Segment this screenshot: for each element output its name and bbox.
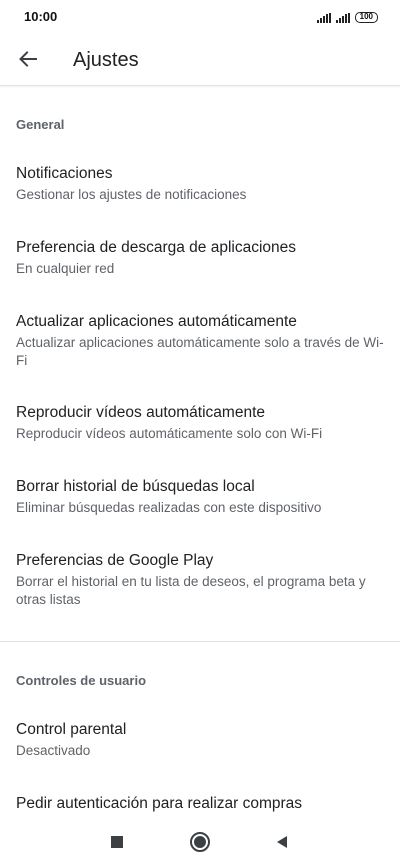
setting-title: Actualizar aplicaciones automáticamente xyxy=(16,313,297,330)
setting-title: Pedir autenticación para realizar compra… xyxy=(16,795,303,812)
setting-auto-update-apps[interactable]: Actualizar aplicaciones automáticamente … xyxy=(0,313,400,370)
setting-purchase-authentication[interactable]: Pedir autenticación para realizar compra… xyxy=(0,795,400,813)
back-triangle-icon xyxy=(277,836,287,848)
setting-google-play-preferences[interactable]: Preferencias de Google Play Borrar el hi… xyxy=(0,552,400,609)
setting-title: Control parental xyxy=(16,721,127,738)
recents-button[interactable] xyxy=(105,830,129,854)
app-bar: Ajustes xyxy=(0,34,400,86)
arrow-back-icon xyxy=(19,51,37,67)
battery-icon: 100 xyxy=(354,12,378,23)
signal-icon xyxy=(335,13,350,23)
setting-subtitle: Borrar el historial en tu lista de deseo… xyxy=(16,574,366,607)
setting-title: Preferencias de Google Play xyxy=(16,552,214,569)
nav-back-button[interactable] xyxy=(270,830,294,854)
setting-autoplay-videos[interactable]: Reproducir vídeos automáticamente Reprod… xyxy=(0,404,400,443)
back-button[interactable] xyxy=(14,45,42,73)
home-button[interactable] xyxy=(188,830,212,854)
section-header-user-controls: Controles de usuario xyxy=(16,673,147,688)
battery-level: 100 xyxy=(359,12,373,21)
setting-parental-control[interactable]: Control parental Desactivado xyxy=(0,721,400,760)
setting-subtitle: Reproducir vídeos automáticamente solo c… xyxy=(16,426,323,441)
page-title: Ajustes xyxy=(73,49,139,71)
setting-subtitle: En cualquier red xyxy=(16,261,115,276)
setting-title: Notificaciones xyxy=(16,165,113,182)
signal-icon xyxy=(316,13,331,23)
setting-subtitle: Actualizar aplicaciones automáticamente … xyxy=(16,335,384,368)
status-time: 10:00 xyxy=(24,9,58,24)
setting-clear-search-history[interactable]: Borrar historial de búsquedas local Elim… xyxy=(0,478,400,517)
setting-subtitle: Desactivado xyxy=(16,743,91,758)
setting-title: Borrar historial de búsquedas local xyxy=(16,478,255,495)
system-nav-bar xyxy=(0,818,400,866)
section-header-general: General xyxy=(16,117,65,132)
setting-title: Reproducir vídeos automáticamente xyxy=(16,404,265,421)
setting-download-preference[interactable]: Preferencia de descarga de aplicaciones … xyxy=(0,239,400,278)
status-bar: 10:00 100 xyxy=(0,0,400,34)
status-icons: 100 xyxy=(316,11,378,23)
home-circle-icon xyxy=(190,832,210,852)
setting-subtitle: Gestionar los ajustes de notificaciones xyxy=(16,187,247,202)
setting-notifications[interactable]: Notificaciones Gestionar los ajustes de … xyxy=(0,165,400,204)
setting-title: Preferencia de descarga de aplicaciones xyxy=(16,239,297,256)
setting-subtitle: Eliminar búsquedas realizadas con este d… xyxy=(16,500,322,515)
recents-square-icon xyxy=(111,836,123,848)
section-divider xyxy=(0,641,400,642)
